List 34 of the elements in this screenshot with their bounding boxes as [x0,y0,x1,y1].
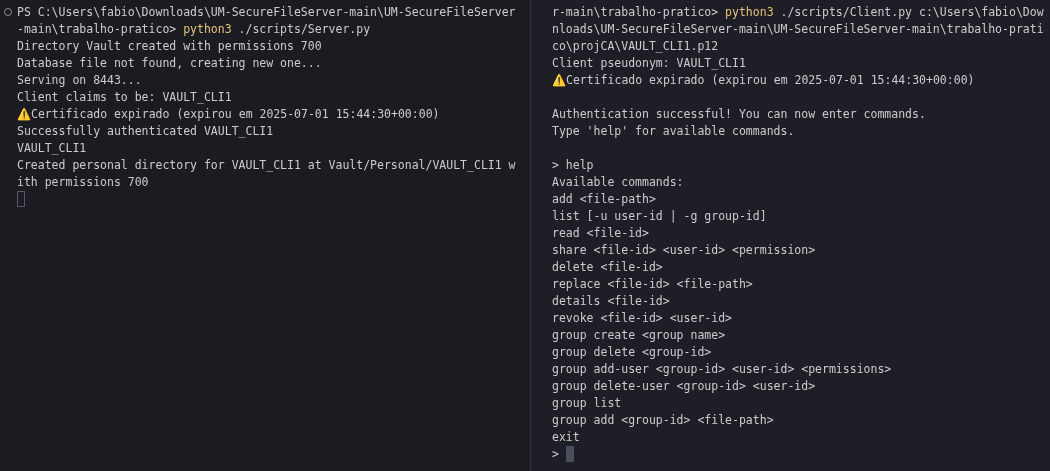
output-line: Type 'help' for available commands. [552,124,795,138]
command-line: PS C:\Users\fabio\Downloads\UM-SecureFileServer-main\UM-SecureFileServer-main\trabalho-pratico> python3 ./scripts/Server.py [17,4,517,38]
output-line: ⚠Certificado expirado (expirou em 2025-07-01 15:44:30+00:00) [552,73,975,87]
output-line: details <file-id> [552,294,670,308]
output-line: group delete-user <group-id> <user-id> [552,379,816,393]
output-line: group add-user <group-id> <user-id> <permissions> [552,362,892,376]
output-line: group add <group-id> <file-path> [552,413,774,427]
output-line: add <file-path> [552,192,656,206]
output-line: Client pseudonym: VAULT_CLI1 [552,56,746,70]
output-line: ⚠Certificado expirado (expirou em 2025-07-01 15:44:30+00:00) [17,107,440,121]
output-line: revoke <file-id> <user-id> [552,311,732,325]
output-line: Serving on 8443... [17,73,142,87]
output-line: group delete <group-id> [552,345,712,359]
output-line: Successfully authenticated VAULT_CLI1 [17,124,274,138]
output-line: Available commands: [552,175,684,189]
output-line: exit [552,430,580,444]
output-line: Client claims to be: VAULT_CLI1 [17,90,232,104]
output-line: Authentication successful! You can now enter commands. [552,107,926,121]
output-line: group create <group name> [552,328,726,342]
output-line: delete <file-id> [552,260,663,274]
output-line: VAULT_CLI1 [17,141,87,155]
output-line: Created personal directory for VAULT_CLI1 at Vault/Personal/VAULT_CLI1 with permissions 700 [17,158,516,189]
output-line: share <file-id> <user-id> <permission> [552,243,816,257]
output-line: Database file not found, creating new one... [17,56,322,70]
output-line: list [-u user-id | -g group-id] [552,209,767,223]
prompt-symbol: > [552,447,560,461]
output-line: replace <file-id> <file-path> [552,277,753,291]
output-line: read <file-id> [552,226,649,240]
text-cursor[interactable] [17,191,25,207]
output-line: group list [552,396,622,410]
command-line: > help [552,158,594,172]
command-line: r-main\trabalho-pratico> python3 ./scripts/Client.py c:\Users\fabio\Downloads\UM-SecureFileServer-main\UM-SecureFileServer-main\trabalho-pratico\projCA\VAULT_CLI1.p12 [552,4,1045,55]
output-line: Directory Vault created with permissions 700 [17,39,322,53]
text-cursor[interactable] [565,446,574,462]
